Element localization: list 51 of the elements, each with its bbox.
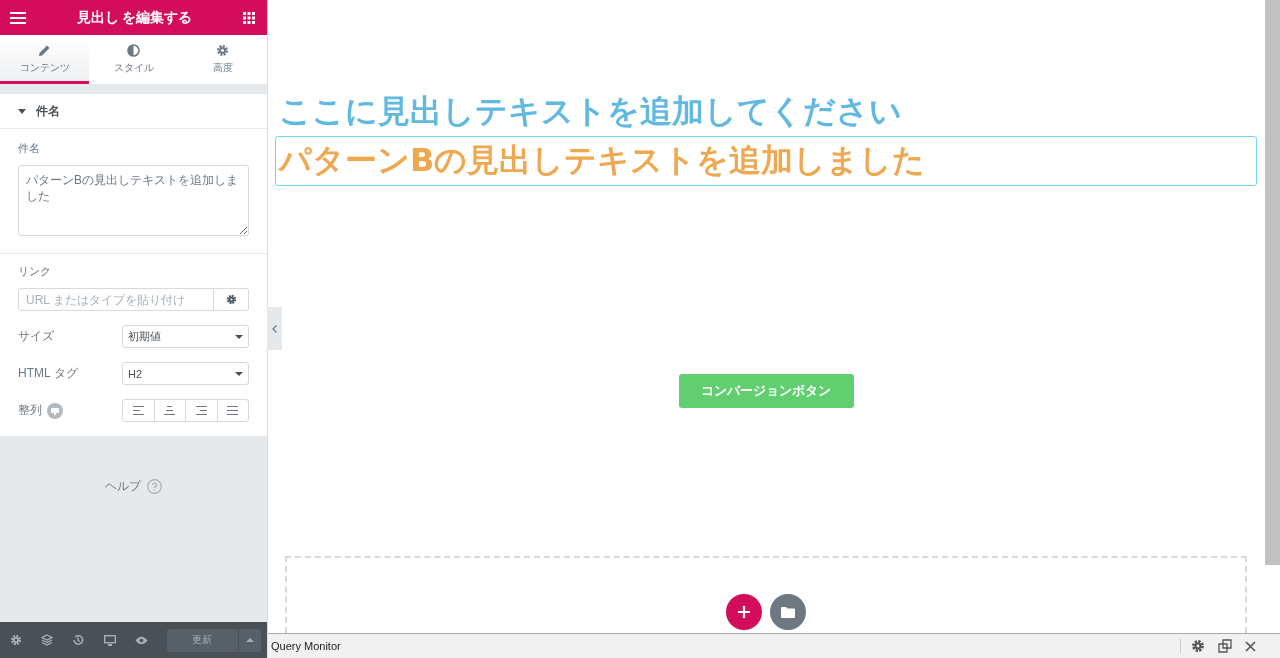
title-textarea[interactable]: パターンBの見出しテキストを追加しました	[18, 165, 249, 236]
popout-icon[interactable]	[1218, 639, 1232, 653]
field-label: 件名	[18, 141, 41, 156]
align-button[interactable]	[122, 399, 155, 422]
align-center-icon	[164, 406, 176, 415]
field-label: HTML タグ	[18, 365, 78, 382]
panel-title: 見出し を編集する	[76, 8, 193, 27]
align-button[interactable]	[185, 399, 218, 422]
scrollbar[interactable]	[1265, 0, 1280, 565]
heading: ここに見出しテキストを追加してください	[278, 91, 903, 132]
align-right-icon	[195, 406, 207, 415]
responsive-icon	[47, 402, 63, 419]
settings-icon[interactable]	[10, 634, 22, 646]
menu-icon[interactable]	[10, 11, 26, 24]
query-monitor-title: Query Monitor	[271, 640, 341, 652]
caret-up-icon	[245, 638, 254, 642]
close-icon[interactable]	[1245, 640, 1256, 652]
caret-icon	[235, 334, 243, 339]
monitor-icon[interactable]	[103, 634, 116, 646]
section-header[interactable]: 件名	[0, 94, 267, 129]
update-button[interactable]: 更新	[166, 628, 238, 652]
folder-icon	[781, 606, 795, 618]
heading: パターンBの見出しテキストを追加しました	[275, 136, 1257, 186]
gear-icon	[225, 294, 237, 305]
grid-icon[interactable]	[243, 11, 255, 24]
link-input[interactable]: URL またはタイプを貼り付け	[18, 288, 214, 311]
save-options-button[interactable]	[238, 628, 261, 652]
plus-icon	[738, 606, 750, 618]
add-template-button[interactable]	[770, 594, 806, 630]
pencil-icon	[38, 43, 51, 57]
add-section-button[interactable]	[726, 594, 762, 630]
contrast-icon	[127, 43, 140, 57]
link-options-button[interactable]	[214, 288, 249, 311]
chevron-left-icon	[272, 324, 277, 333]
caret-icon	[18, 108, 26, 114]
help-link[interactable]: ヘルプ	[105, 478, 162, 494]
settings-icon[interactable]	[1191, 639, 1205, 653]
align-button[interactable]	[216, 399, 249, 422]
gear-icon	[216, 43, 229, 57]
field-label: リンク	[18, 264, 52, 279]
align-left-icon	[132, 406, 144, 415]
caret-icon	[235, 371, 243, 376]
field-label: サイズ	[18, 328, 54, 345]
size-select[interactable]: 初期値	[122, 325, 249, 348]
help-icon	[147, 478, 162, 494]
layers-icon[interactable]	[41, 634, 54, 646]
field-label: 整列	[18, 402, 42, 419]
align-justify-icon	[227, 406, 239, 415]
eye-icon[interactable]	[134, 635, 148, 645]
history-icon[interactable]	[72, 634, 85, 646]
html-tag-select[interactable]: H2	[122, 362, 249, 385]
